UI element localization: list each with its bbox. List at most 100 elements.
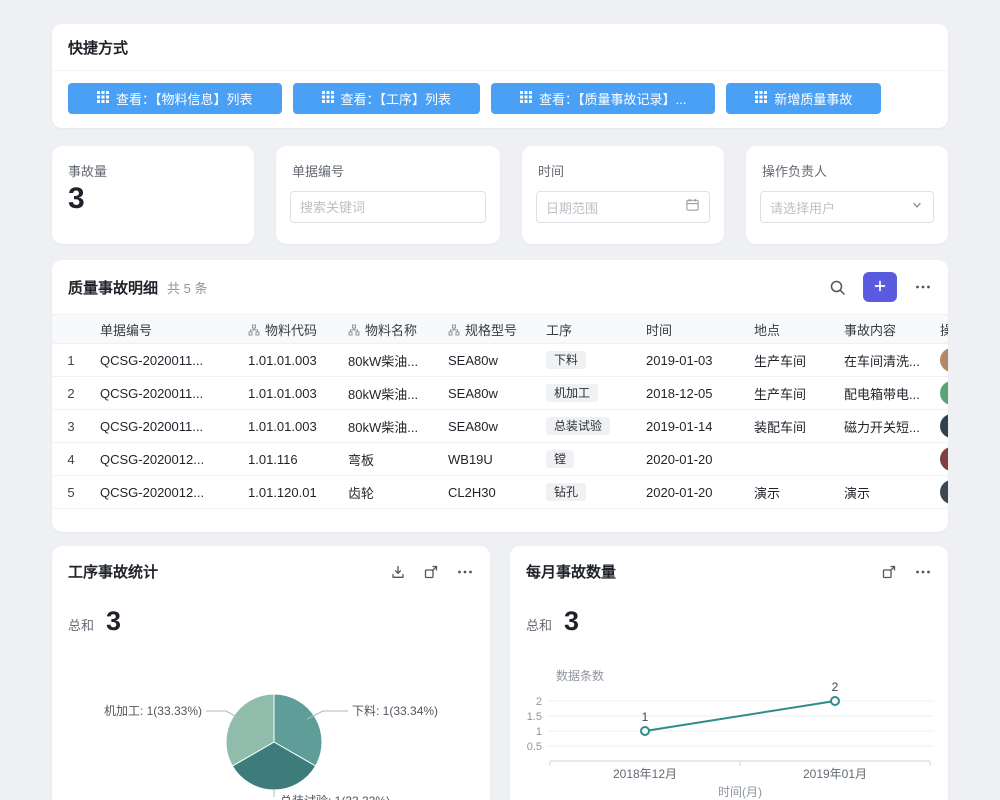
table-row[interactable]: 4QCSG-2020012...1.01.116弯板WB19U镗2020-01-… [52,443,948,476]
table-cell: 3 [52,410,90,443]
chevron-down-icon [910,198,924,217]
column-header[interactable]: 时间 [636,315,744,344]
pie-total-value: 3 [106,606,121,637]
table-cell: QCSG-2020011... [90,344,238,377]
more-options-icon[interactable] [914,563,932,581]
process-tag: 下料 [546,351,586,369]
more-options-icon[interactable] [456,563,474,581]
x-tick-label: 2018年12月 [613,767,677,781]
column-header[interactable]: 物料代码 [238,315,338,344]
shortcut-button-label: 查看：【工序】列表 [341,89,452,108]
y-tick-label: 0.5 [527,741,542,753]
line-card-title: 每月事故数量 [526,561,616,582]
table-cell: 装配车间 [744,410,834,443]
process-tag: 总装试验 [546,417,610,435]
y-tick-label: 1.5 [527,711,542,723]
table-cell: 钻孔 [536,476,636,509]
table-row[interactable]: 3QCSG-2020011...1.01.01.00380kW柴油...SEA8… [52,410,948,443]
line-chart: 数据条数 0.511.5212018年12月22019年01月 时间(月) [510,656,948,800]
doc-no-search-box[interactable] [290,191,486,223]
column-header-label: 操作负责人 [940,323,948,338]
data-point [831,697,839,705]
shortcut-button-label: 查看：【物料信息】列表 [116,89,253,108]
doc-no-search-input[interactable] [300,200,476,215]
table-cell: SEA80w [438,410,536,443]
table-cell [936,476,948,509]
table-cell: 总装试验 [536,410,636,443]
table-cell: 1.01.01.003 [238,344,338,377]
table-cell: 弯板 [338,443,438,476]
export-icon[interactable] [390,564,406,580]
table-cell [936,377,948,410]
shortcut-button-label: 新增质量事故 [774,89,852,108]
column-header[interactable]: 事故内容 [834,315,936,344]
incident-table-header: 质量事故明细 共 5 条 [52,260,948,314]
operator-filter-card: 操作负责人 请选择用户 [746,146,948,244]
incident-count-value: 3 [52,180,254,216]
date-range-placeholder: 日期范围 [546,198,598,217]
table-cell: SEA80w [438,377,536,410]
incident-table-card: 质量事故明细 共 5 条 单据编号 物料代码 物料名称 规格型号 工序 时间 地点事故内容操… [52,260,948,532]
more-options-icon[interactable] [914,278,932,296]
date-range-picker[interactable]: 日期范围 [536,191,710,223]
user-select-placeholder: 请选择用户 [770,198,835,217]
calendar-icon [685,197,700,217]
shortcut-button-row: 查看：【物料信息】列表 查看：【工序】列表 查看：【质量事故记录】... 新增质量事故 [52,71,948,114]
expand-icon[interactable] [881,564,897,580]
shortcut-button-0[interactable]: 查看：【物料信息】列表 [68,83,282,114]
apps-grid-icon [520,91,532,106]
date-filter-card: 时间 日期范围 [522,146,724,244]
table-cell: QCSG-2020012... [90,476,238,509]
apps-grid-icon [322,91,334,106]
y-tick-label: 1 [536,726,542,738]
table-cell: 4 [52,443,90,476]
shortcut-button-2[interactable]: 查看：【质量事故记录】... [491,83,715,114]
pie-card-title: 工序事故统计 [68,561,158,582]
line-total-label: 总和 [526,615,552,634]
table-cell: QCSG-2020011... [90,377,238,410]
table-row[interactable]: 2QCSG-2020011...1.01.01.00380kW柴油...SEA8… [52,377,948,410]
column-header-label: 时间 [646,323,672,338]
incident-table-actions [829,272,932,302]
incident-count-card: 事故量 3 [52,146,254,244]
x-tick-label: 2019年01月 [803,767,867,781]
table-cell: 2 [52,377,90,410]
column-header-label: 规格型号 [465,323,517,338]
column-header[interactable] [52,315,90,344]
plus-icon [873,279,887,296]
data-label: 1 [642,710,649,724]
shortcuts-card: 快捷方式 查看：【物料信息】列表查看：【工序】列表查看：【质量事故记录】...新… [52,24,948,128]
column-header[interactable]: 规格型号 [438,315,536,344]
linked-field-icon [348,323,365,338]
shortcut-button-1[interactable]: 查看：【工序】列表 [293,83,481,114]
table-cell [936,410,948,443]
column-header[interactable]: 物料名称 [338,315,438,344]
date-filter-label: 时间 [522,146,724,180]
table-row[interactable]: 5QCSG-2020012...1.01.120.01齿轮CL2H30钻孔202… [52,476,948,509]
process-tag: 机加工 [546,384,598,402]
shortcut-button-3[interactable]: 新增质量事故 [726,83,881,114]
incident-table: 单据编号 物料代码 物料名称 规格型号 工序 时间 地点事故内容操作负责人 1QCSG-202… [52,314,948,509]
table-cell: 生产车间 [744,377,834,410]
table-cell: 2020-01-20 [636,443,744,476]
user-select[interactable]: 请选择用户 [760,191,934,223]
column-header[interactable]: 操作负责人 [936,315,948,344]
column-header[interactable]: 地点 [744,315,834,344]
expand-icon[interactable] [423,564,439,580]
column-header[interactable]: 工序 [536,315,636,344]
table-cell: 齿轮 [338,476,438,509]
apps-grid-icon [755,91,767,106]
column-header-label: 工序 [546,323,572,338]
table-row[interactable]: 1QCSG-2020011...1.01.01.00380kW柴油...SEA8… [52,344,948,377]
pie-card-header: 工序事故统计 [52,546,490,582]
table-cell: 2019-01-14 [636,410,744,443]
table-cell: 80kW柴油... [338,377,438,410]
add-record-button[interactable] [863,272,897,302]
line-card-header: 每月事故数量 [510,546,948,582]
column-header-label: 物料代码 [265,323,317,338]
column-header[interactable]: 单据编号 [90,315,238,344]
search-icon[interactable] [829,279,846,296]
table-cell: CL2H30 [438,476,536,509]
table-cell: QCSG-2020012... [90,443,238,476]
table-cell: SEA80w [438,344,536,377]
